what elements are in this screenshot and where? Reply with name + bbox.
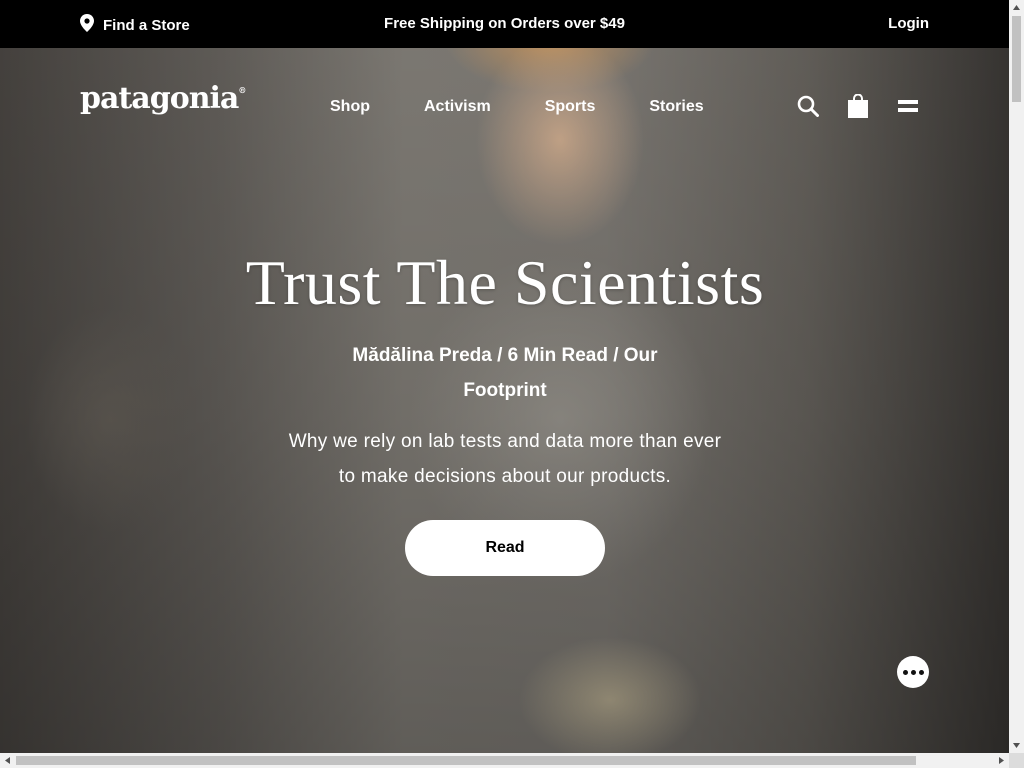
header-actions bbox=[796, 94, 920, 118]
scroll-down-arrow-icon[interactable] bbox=[1009, 738, 1024, 753]
horizontal-scrollbar[interactable] bbox=[0, 753, 1009, 768]
chat-dot bbox=[918, 669, 924, 675]
shopping-bag-icon[interactable] bbox=[846, 94, 870, 118]
map-pin-icon bbox=[80, 14, 94, 36]
chat-dot bbox=[902, 669, 908, 675]
menu-icon[interactable] bbox=[896, 94, 920, 118]
chat-dot bbox=[910, 669, 916, 675]
scroll-right-arrow-icon[interactable] bbox=[994, 753, 1009, 768]
login-link[interactable]: Login bbox=[888, 15, 929, 32]
logo-text: patagonia bbox=[80, 81, 239, 116]
nav-sports[interactable]: Sports bbox=[545, 98, 596, 116]
search-icon[interactable] bbox=[796, 94, 820, 118]
vertical-scroll-thumb[interactable] bbox=[1012, 16, 1021, 102]
scroll-left-arrow-icon[interactable] bbox=[0, 753, 15, 768]
scrollbar-corner bbox=[1009, 753, 1024, 768]
nav-activism[interactable]: Activism bbox=[424, 98, 491, 116]
page-viewport: Find a Store Free Shipping on Orders ove… bbox=[0, 0, 1009, 753]
find-store-link[interactable]: Find a Store bbox=[80, 14, 190, 36]
nav-stories[interactable]: Stories bbox=[649, 98, 703, 116]
primary-nav-links: Shop Activism Sports Stories bbox=[330, 98, 758, 116]
scroll-up-arrow-icon[interactable] bbox=[1009, 0, 1024, 15]
hero-byline: Mădălina Preda / 6 Min Read / Our Footpr… bbox=[352, 345, 658, 401]
nav-shop[interactable]: Shop bbox=[330, 98, 370, 116]
horizontal-scroll-thumb[interactable] bbox=[16, 756, 916, 765]
find-store-label: Find a Store bbox=[103, 16, 190, 34]
patagonia-logo[interactable]: patagonia® bbox=[80, 84, 246, 114]
read-button[interactable]: Read bbox=[405, 520, 605, 576]
promo-text[interactable]: Free Shipping on Orders over $49 bbox=[384, 15, 625, 32]
registered-mark: ® bbox=[238, 85, 247, 95]
hero-description: Why we rely on lab tests and data more t… bbox=[288, 431, 722, 487]
hero-title: Trust The Scientists bbox=[245, 247, 765, 318]
main-navigation: patagonia® Shop Activism Sports Stories bbox=[0, 48, 1009, 168]
chat-ellipsis-icon[interactable] bbox=[897, 656, 929, 688]
utility-bar: Find a Store Free Shipping on Orders ove… bbox=[0, 0, 1009, 48]
vertical-scrollbar[interactable] bbox=[1009, 0, 1024, 753]
hero-content: Trust The Scientists Mădălina Preda / 6 … bbox=[240, 240, 770, 576]
